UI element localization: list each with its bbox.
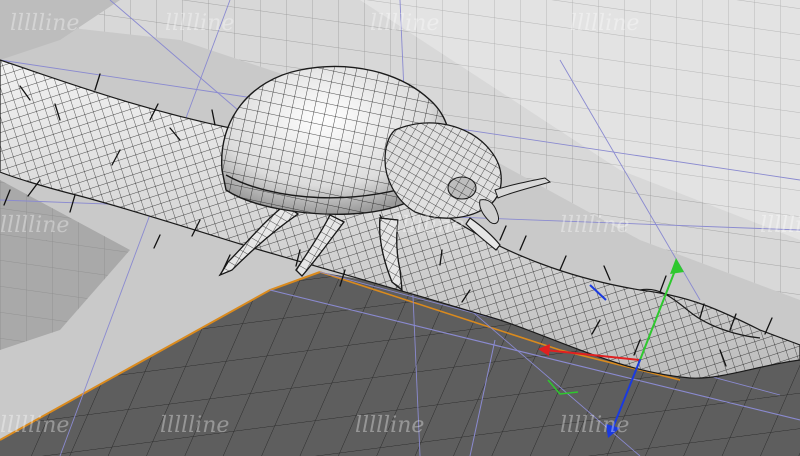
watermark-text: llllline xyxy=(355,413,424,438)
watermark-text: llllline xyxy=(395,213,464,238)
watermark-text: llllline xyxy=(560,213,629,238)
watermark-text: llllline xyxy=(760,213,800,238)
watermark-text: llllline xyxy=(370,11,439,36)
watermark-text: llllline xyxy=(165,11,234,36)
watermark-text: llllline xyxy=(570,11,639,36)
watermark-text: llllline xyxy=(0,213,69,238)
watermark-text: llllline xyxy=(560,413,629,438)
watermark-text: llllline xyxy=(10,11,79,36)
watermark-text: llllline xyxy=(160,413,229,438)
watermark-text: llllline xyxy=(0,413,69,438)
3d-viewport[interactable]: llllline llllline llllline llllline llllline… xyxy=(0,0,800,456)
